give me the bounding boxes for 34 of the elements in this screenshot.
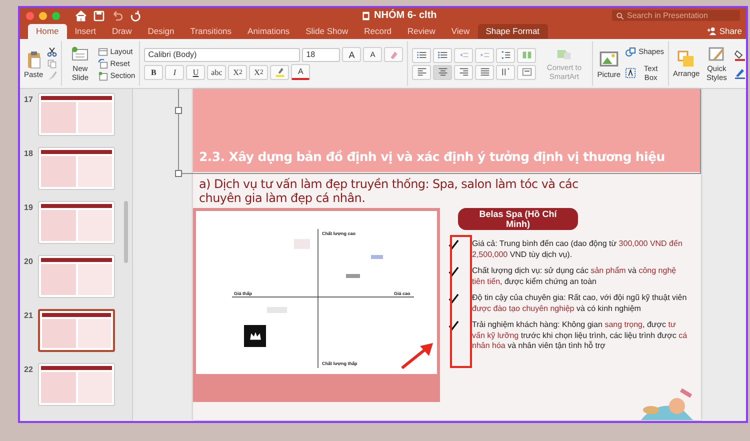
font-size-field[interactable]: 18 [302,48,340,62]
window-title: NHÓM 6- clth [374,10,437,21]
ribbon-tab[interactable]: Record [356,24,400,39]
slide-number: 20 [24,256,34,266]
bullet-text: Độ tin cậy của chuyên gia: Rất cao, với đội ngũ kỹ thuật viên được đào tạo chuyên nghiệp và có kinh nghiệm [472,293,688,314]
spa-badge: Belas Spa (Hồ Chí Minh) [458,208,578,230]
font-name-field[interactable]: Calibri (Body) [144,48,300,62]
bullet-text: Giá cả: Trung bình đến cao (dao động từ 300,000 VND đến 2,500,000 VND tùy dịch vụ). [472,239,684,260]
ribbon-tab[interactable]: Animations [240,24,298,39]
text-format-button[interactable]: U [186,64,206,80]
ribbon-tab[interactable]: View [443,24,478,39]
ribbon-tab[interactable]: Shape Format [478,24,548,39]
ribbon-tab[interactable]: Transitions [182,24,240,39]
slide-number: 19 [24,202,34,212]
increase-font-button[interactable]: A [342,47,362,62]
ribbon-tab[interactable]: Home [28,24,67,39]
text-format-button[interactable]: abc [207,64,226,80]
ribbon-tab[interactable]: Slide Show [298,24,356,39]
share-button[interactable]: Share [703,26,746,39]
slide-heading: 2.3. Xây dựng bản đồ định vị và xác định ý tưởng định vị thương hiệu [199,149,665,164]
slide-number: 22 [24,364,34,374]
slide-subtitle: a) Dịch vụ tư vấn làm đẹp truyền thống: Spa, salon làm tóc và các chuyên gia làm đẹp cá nhân. [198,176,580,207]
ribbon-tab[interactable]: Review [400,24,444,39]
ribbon-tab[interactable]: Insert [66,24,104,39]
text-format-button[interactable]: B [144,64,164,80]
slide-number: 18 [24,148,34,158]
slide-number: 21 [24,310,34,320]
font-color-button[interactable]: A [291,64,310,80]
bullet-text: Trải nghiệm khách hàng: Không gian sang trọng, được tư vấn kỹ lưỡng trước khi chọn liệu trình, các liệu trình được cá nhân hóa và nhân viên tận tình hỗ trợ [472,320,688,352]
text-format-button[interactable]: I [165,64,184,80]
ribbon-tab[interactable]: Draw [104,24,140,39]
slide-number: 17 [24,94,34,104]
ribbon-tab[interactable]: Design [140,24,182,39]
bullet-text: Chất lượng dịch vụ: sử dụng các sản phẩm và công nghệ tiên tiến, được kiểm chứng an toàn [472,266,678,287]
